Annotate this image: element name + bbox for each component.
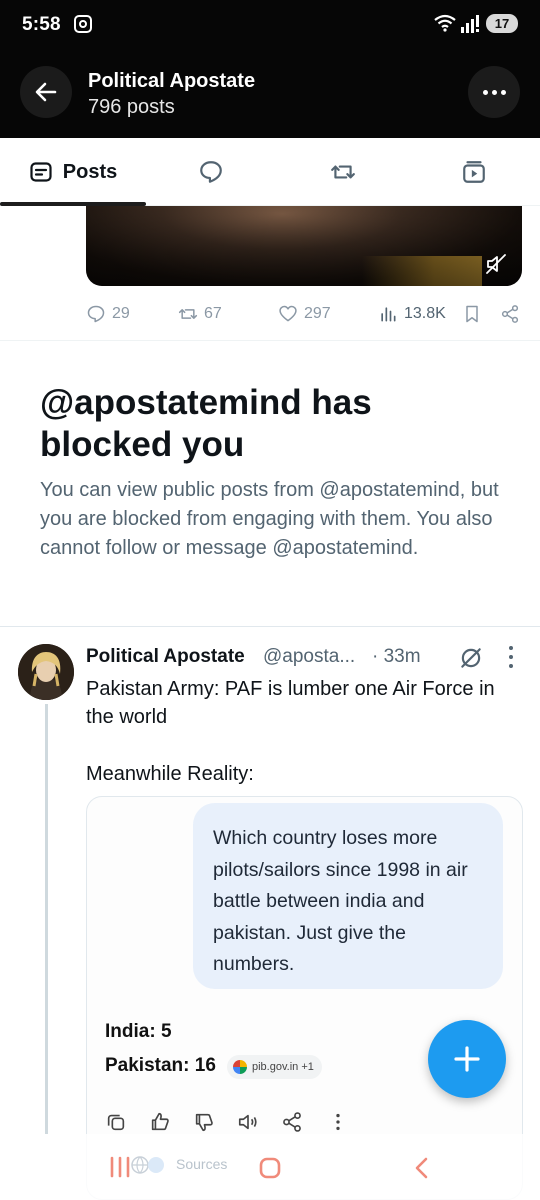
globe-icon: [131, 1156, 164, 1174]
post-more-button[interactable]: [502, 646, 520, 668]
profile-title: Political Apostate: [88, 70, 256, 92]
tab-media[interactable]: [443, 138, 505, 206]
tab-posts-label: Posts: [62, 160, 118, 183]
replies-icon: [200, 161, 222, 183]
posts-icon: [30, 162, 52, 182]
bookmark-icon: [466, 305, 478, 323]
blocked-title: @apostatemind has blocked you: [40, 383, 372, 464]
avatar-illustration: [18, 644, 74, 700]
answer-line: India: 5: [105, 1021, 172, 1042]
blocked-message: You can view public posts from @apostate…: [40, 479, 499, 559]
bookmark-button[interactable]: [462, 296, 482, 332]
tab-posts[interactable]: Posts: [0, 138, 146, 206]
signal-icon: [461, 15, 479, 33]
more-dots-icon: [482, 89, 488, 95]
arrow-left-icon: [35, 82, 57, 102]
copy-icon: [105, 1111, 127, 1133]
source-chip-label: pib.gov.in +1: [252, 1061, 314, 1073]
divider: [0, 340, 540, 341]
video-thumbnail[interactable]: [86, 206, 522, 286]
media-icon: [463, 161, 485, 183]
answer-line: Pakistan: 16: [105, 1055, 216, 1076]
divider: [0, 626, 540, 627]
tab-replies[interactable]: [180, 138, 242, 206]
post-author-handle[interactable]: @aposta...: [263, 646, 355, 668]
views-button[interactable]: 13.8K: [378, 296, 446, 332]
profile-tabs: Posts: [0, 138, 540, 206]
status-bar: 5:58 17: [0, 0, 540, 50]
share-icon: [501, 305, 519, 323]
compose-button[interactable]: [428, 1020, 506, 1098]
top-bar: 5:58 17 Political Apostate 796 posts: [0, 0, 540, 138]
tab-reposts[interactable]: [312, 138, 374, 206]
back-nav-icon[interactable]: [410, 1156, 434, 1180]
status-time: 5:58: [22, 14, 61, 35]
like-button[interactable]: 297: [278, 296, 331, 332]
speaker-icon: [237, 1111, 259, 1133]
more-options-button[interactable]: [468, 66, 520, 118]
reply-count: 29: [112, 305, 130, 322]
plus-icon: [454, 1046, 480, 1072]
thread-line: [45, 704, 48, 1134]
chat-question-bubble: Which country loses more pilots/sailors …: [193, 803, 503, 989]
post-count: 796 posts: [88, 96, 175, 118]
system-nav-bar: Sources: [0, 1134, 540, 1200]
source-chip: pib.gov.in +1: [227, 1055, 322, 1079]
reply-button[interactable]: 29: [86, 296, 130, 332]
post-text: Pakistan Army: PAF is lumber one Air For…: [86, 678, 495, 728]
reply-icon: [87, 305, 105, 323]
reposts-icon: [331, 165, 355, 179]
share-button[interactable]: [500, 296, 520, 332]
mute-icon[interactable]: [484, 252, 508, 276]
share-icon: [281, 1111, 303, 1133]
repost-icon: [178, 309, 198, 319]
avatar[interactable]: [18, 644, 74, 700]
battery-indicator: 17: [486, 14, 518, 33]
thumbs-up-icon: [149, 1111, 171, 1133]
post-timestamp: · 33m: [372, 646, 421, 667]
repost-count: 67: [204, 305, 222, 322]
back-button[interactable]: [20, 66, 72, 118]
heart-icon: [279, 305, 297, 322]
home-icon[interactable]: [258, 1156, 282, 1180]
post-actions: 29 67 297 13.8K: [86, 296, 526, 332]
repost-button[interactable]: 67: [178, 296, 222, 332]
more-dots-icon: [509, 646, 513, 650]
grok-icon[interactable]: [458, 645, 484, 671]
wifi-icon: [434, 14, 456, 32]
post-author-name[interactable]: Political Apostate: [86, 646, 245, 668]
view-count: 13.8K: [404, 305, 446, 322]
recent-apps-icon[interactable]: [108, 1156, 132, 1178]
post-text-continued: Meanwhile Reality:: [86, 763, 254, 785]
like-count: 297: [304, 305, 331, 322]
thumbs-down-icon: [193, 1111, 215, 1133]
views-icon: [381, 307, 396, 322]
more-vertical-icon: [327, 1111, 349, 1133]
source-logo-icon: [233, 1060, 247, 1074]
instagram-notification-icon: [74, 15, 92, 33]
sources-label: Sources: [176, 1156, 228, 1172]
